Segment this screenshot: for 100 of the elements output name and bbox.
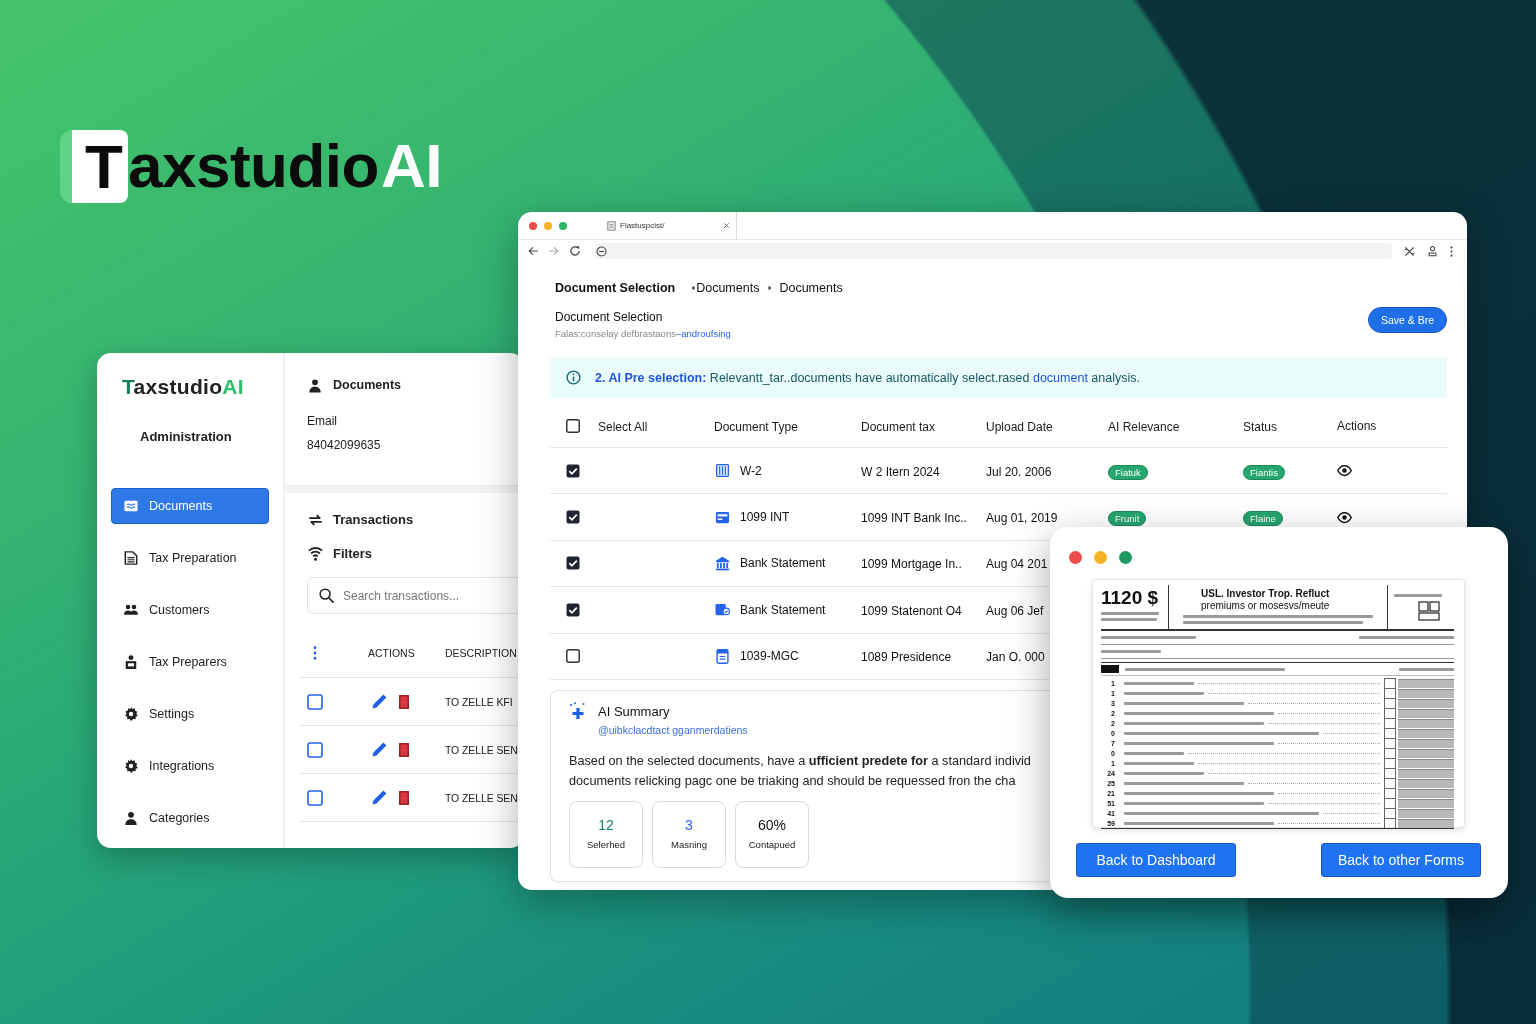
account-icon[interactable] (1427, 245, 1438, 257)
delete-icon[interactable] (399, 790, 409, 805)
pencil-icon[interactable] (372, 790, 387, 805)
table-cell: Aug 04 201 (986, 557, 1048, 572)
table-cell: 1039-MGC (740, 649, 799, 664)
bank-icon (715, 555, 730, 571)
card-icon (715, 509, 730, 525)
line-code-box (1384, 798, 1396, 808)
amount-field (1398, 818, 1454, 828)
nav-item[interactable]: Settings (111, 696, 269, 732)
amount-field (1398, 748, 1454, 758)
filters-link[interactable]: Filters (307, 543, 372, 563)
subtitle-link[interactable]: –androufsing (675, 328, 731, 339)
row-checkbox[interactable] (566, 510, 580, 525)
row-checkbox[interactable] (566, 602, 580, 617)
stat-label: Masning (671, 839, 707, 852)
stat-label: Contapued (748, 839, 796, 852)
reload-icon[interactable] (569, 245, 581, 257)
chevron-right-icon (768, 285, 773, 291)
table-cell: 1099 Mortgage In.. (861, 557, 962, 572)
window-close-dot[interactable] (1069, 551, 1082, 564)
breadcrumb-link[interactable]: Documents (696, 281, 760, 295)
stat-value: 3 (685, 817, 693, 834)
pencil-icon[interactable] (372, 742, 387, 757)
window-zoom-dot[interactable] (1119, 551, 1132, 564)
window-close-dot[interactable] (529, 221, 537, 230)
table-cell: Jan O. 000 (986, 650, 1045, 665)
illegible-text-drawing (1399, 667, 1454, 671)
nav-item[interactable]: Categories (111, 800, 269, 836)
summary-title: AI Summary (598, 703, 671, 720)
window-zoom-dot[interactable] (559, 221, 567, 230)
breadcrumb-link[interactable]: Documents (779, 281, 843, 295)
window-minimize-dot[interactable] (544, 221, 552, 230)
line-code-box (1384, 688, 1396, 698)
line-code-box (1384, 728, 1396, 738)
amount-field (1398, 718, 1454, 728)
amount-field (1398, 768, 1454, 778)
illegible-text-drawing (1124, 681, 1194, 685)
table-cell: Aug 06 Jef (986, 603, 1044, 618)
nav-item[interactable]: Tax Preparation (111, 540, 269, 576)
transactions-link[interactable]: Transactions (307, 509, 414, 529)
nav-item[interactable]: Tax Preparers (111, 644, 269, 680)
line-code-box (1384, 698, 1396, 708)
nav-item[interactable]: Integrations (111, 748, 269, 784)
info-message: 2. AI Pre selection: Relevantt_tar..documents have automatically select.rased document analysis. (595, 370, 1140, 385)
line-code-box (1384, 778, 1396, 788)
column-header: Actions (1337, 419, 1377, 433)
eye-icon[interactable] (1337, 463, 1352, 479)
more-icon[interactable] (1450, 245, 1453, 257)
delete-icon[interactable] (399, 694, 409, 709)
pencil-icon[interactable] (372, 694, 387, 709)
window-minimize-dot[interactable] (1094, 551, 1107, 564)
form-title: USL. Investor Trop. Refluct (1200, 588, 1331, 600)
amount-field (1398, 698, 1454, 708)
more-icon[interactable] (313, 645, 317, 660)
cross-icon[interactable] (1404, 245, 1415, 257)
browser-tab[interactable]: Flastuspcist/ (603, 212, 737, 240)
column-header: Document tax (861, 420, 936, 434)
site-info-icon[interactable] (596, 245, 607, 257)
table-cell: W-2 (740, 463, 762, 478)
summary-subtitle: @uibkclacdtact gganmerdatiens (598, 722, 748, 737)
nav-item[interactable]: Customers (111, 592, 269, 628)
sparkle-plus-icon (569, 701, 586, 719)
save-button[interactable]: Save & Bre (1367, 307, 1447, 333)
table-cell: 1099 INT (740, 510, 790, 525)
document-link[interactable]: document (1032, 370, 1088, 385)
row-checkbox[interactable] (566, 649, 580, 664)
dashboard-button[interactable]: Back to Dashboard (1076, 843, 1236, 877)
amount-field (1398, 788, 1454, 798)
wifi-icon (308, 545, 323, 561)
close-icon[interactable] (723, 222, 730, 229)
field-value: 84042099635 (307, 437, 382, 453)
line-code-box (1384, 758, 1396, 768)
table-cell: 1089 Presidence (861, 650, 952, 665)
illegible-text-drawing (1101, 650, 1161, 653)
select-all-checkbox[interactable] (566, 419, 580, 433)
column-header: Document Type (714, 420, 798, 434)
table-cell: Jul 20. 2006 (986, 464, 1052, 479)
row-checkbox[interactable] (307, 789, 323, 806)
stat-value: 60% (758, 817, 786, 834)
table-cell: TO ZELLE SEN (445, 791, 518, 804)
illegible-text-drawing (1394, 594, 1442, 597)
forms-button[interactable]: Back to other Forms (1321, 843, 1481, 877)
table-cell: TO ZELLE SEN (445, 743, 518, 756)
row-checkbox[interactable] (307, 741, 323, 758)
back-icon[interactable] (527, 245, 539, 257)
person-icon (308, 377, 322, 393)
delete-icon[interactable] (399, 742, 409, 757)
nav-item[interactable]: Documents (111, 488, 269, 524)
row-checkbox[interactable] (566, 556, 580, 571)
row-checkbox[interactable] (566, 463, 580, 478)
eye-icon[interactable] (1337, 509, 1352, 525)
relevance-badge: Fiatuk (1108, 464, 1148, 480)
status-badge: Fiantis (1243, 464, 1285, 480)
section-label: Administration (140, 429, 233, 445)
column-header: ACTIONS (368, 646, 416, 659)
checkbox-grid-drawing (1418, 601, 1440, 621)
line-code-box (1384, 788, 1396, 798)
document-icon (607, 220, 616, 231)
row-checkbox[interactable] (307, 693, 323, 710)
